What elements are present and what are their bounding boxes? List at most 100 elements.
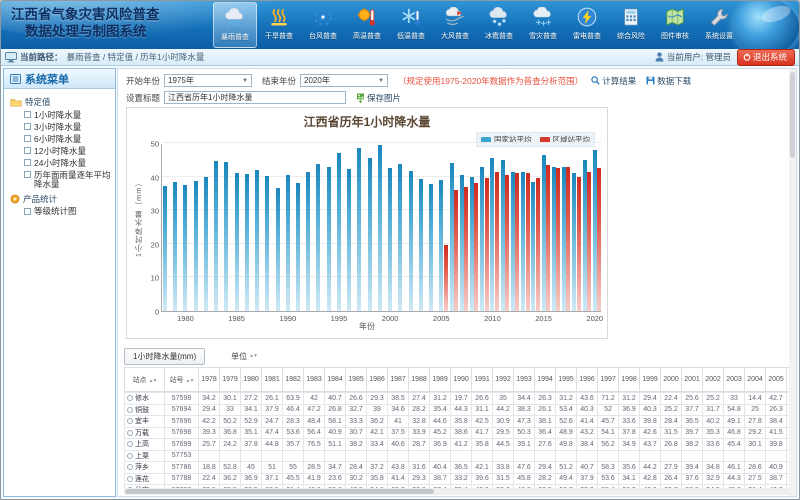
column-header-year[interactable]: 2002 (703, 368, 724, 392)
column-header-year[interactable]: 2000 (661, 368, 682, 392)
column-header-year[interactable]: 1996 (577, 368, 598, 392)
radio-icon[interactable] (127, 407, 133, 413)
toolbar-item-audit[interactable]: 图件审核 (653, 2, 697, 48)
checkbox-icon[interactable] (24, 171, 31, 178)
checkbox-icon[interactable] (24, 159, 31, 166)
value-cell: 31.7 (703, 404, 724, 416)
column-header-year[interactable]: 1978 (199, 368, 220, 392)
sidebar-item[interactable]: 3小时降水量 (24, 123, 113, 133)
sidebar-item[interactable]: 24小时降水量 (24, 159, 113, 169)
column-header-year[interactable]: 1983 (304, 368, 325, 392)
toolbar-item-hail[interactable]: 冰雹普查 (477, 2, 521, 48)
column-header-year[interactable]: 1990 (451, 368, 472, 392)
toolbar-item-snow[interactable]: 雪灾普查 (521, 2, 565, 48)
toolbar-item-drought[interactable]: 干旱普查 (257, 2, 301, 48)
toolbar-item-cold[interactable]: 低温普查 (389, 2, 433, 48)
column-header-year[interactable]: 1987 (388, 368, 409, 392)
column-header-year[interactable]: 1985 (346, 368, 367, 392)
hscroll-thumb[interactable] (125, 489, 434, 494)
checkbox-icon[interactable] (24, 135, 31, 142)
checkbox-icon[interactable] (24, 208, 31, 215)
sidebar-item[interactable]: 1小时降水量 (24, 111, 113, 121)
column-header-year[interactable]: 1982 (283, 368, 304, 392)
drought-icon (266, 5, 292, 29)
column-header-year[interactable]: 1995 (556, 368, 577, 392)
chart-title: 江西省历年1小时降水量 (127, 113, 607, 130)
vertical-scrollbar[interactable] (789, 69, 796, 496)
column-header-year[interactable]: 1981 (262, 368, 283, 392)
save-image-link[interactable]: 保存图片 (356, 92, 401, 104)
radio-icon[interactable] (127, 395, 133, 401)
logout-button[interactable]: 退出系统 (737, 49, 795, 66)
toolbar-item-heat[interactable]: 高温普查 (345, 2, 389, 48)
value-cell (283, 450, 304, 462)
calculate-link[interactable]: 计算结果 (591, 75, 636, 87)
column-header-year[interactable]: 1999 (640, 368, 661, 392)
sidebar-group-1[interactable]: 产品统计 (10, 193, 113, 205)
column-header-year[interactable]: 1980 (241, 368, 262, 392)
value-cell: 35.8 (451, 416, 472, 428)
value-cell (472, 450, 493, 462)
checkbox-icon[interactable] (24, 111, 31, 118)
toolbar-item-lightning[interactable]: 雷电普查 (565, 2, 609, 48)
value-cell: 42.6 (640, 427, 661, 439)
station-cell[interactable]: 万载 (125, 427, 165, 439)
value-cell: 41.9 (304, 473, 325, 485)
toolbar-item-wind[interactable]: 大风普查 (433, 2, 477, 48)
sidebar-item[interactable]: 6小时降水量 (24, 135, 113, 145)
column-header-year[interactable]: 1998 (619, 368, 640, 392)
column-header-year[interactable]: 2003 (724, 368, 745, 392)
station-cell[interactable]: 上栗 (125, 450, 165, 462)
value-cell: 29.2 (745, 427, 766, 439)
column-header-id[interactable]: 站号 ▲▼ (165, 368, 199, 392)
value-cell: 29.3 (409, 473, 430, 485)
checkbox-icon[interactable] (24, 147, 31, 154)
station-cell[interactable]: 萍乡 (125, 462, 165, 474)
column-header-year[interactable]: 2005 (766, 368, 787, 392)
toolbar-item-typhoon[interactable]: 台风普查 (301, 2, 345, 48)
station-cell[interactable]: 铜鼓 (125, 404, 165, 416)
column-header-year[interactable]: 1989 (430, 368, 451, 392)
sidebar-item[interactable]: 12小时降水量 (24, 147, 113, 157)
dataset-button[interactable]: 1小时降水量(mm) (124, 348, 205, 365)
value-cell: 28.3 (283, 416, 304, 428)
column-header-year[interactable]: 1984 (325, 368, 346, 392)
column-header-year[interactable]: 1991 (472, 368, 493, 392)
sidebar-item[interactable]: 历年面雨量逐年平均降水量 (24, 171, 113, 190)
value-cell: 43.8 (388, 462, 409, 474)
chart-title-input[interactable]: 江西省历年1小时降水量 (164, 91, 346, 104)
station-cell[interactable]: 修水 (125, 393, 165, 405)
radio-icon[interactable] (127, 430, 133, 436)
column-header-year[interactable]: 1997 (598, 368, 619, 392)
column-header-year[interactable]: 2001 (682, 368, 703, 392)
column-header-year[interactable]: 1986 (367, 368, 388, 392)
column-header-station[interactable]: 站点 ▲▼ (125, 368, 165, 392)
horizontal-scrollbar[interactable] (124, 488, 796, 495)
radio-icon[interactable] (127, 476, 133, 482)
column-header-year[interactable]: 1979 (220, 368, 241, 392)
bar-national-2001 (398, 164, 402, 311)
toolbar-item-risk[interactable]: 综合风险 (609, 2, 653, 48)
unit-sort-control[interactable]: 单位▲▼ (231, 351, 257, 362)
station-cell[interactable]: 宜丰 (125, 416, 165, 428)
end-year-select[interactable]: 2020年▼ (300, 74, 388, 87)
station-cell[interactable]: 上高 (125, 439, 165, 451)
download-link[interactable]: 数据下载 (646, 75, 691, 87)
sidebar-item[interactable]: 等级统计图 (24, 207, 113, 217)
start-year-select[interactable]: 1975年▼ (164, 74, 252, 87)
station-cell[interactable]: 莲花 (125, 473, 165, 485)
radio-icon[interactable] (127, 464, 133, 470)
vscroll-thumb[interactable] (790, 72, 795, 158)
column-header-year[interactable]: 1994 (535, 368, 556, 392)
radio-icon[interactable] (127, 453, 133, 459)
column-header-year[interactable]: 1992 (493, 368, 514, 392)
toolbar-item-rainstorm[interactable]: 暴雨普查 (213, 2, 257, 48)
radio-icon[interactable] (127, 441, 133, 447)
column-header-year[interactable]: 2004 (745, 368, 766, 392)
column-header-year[interactable]: 1993 (514, 368, 535, 392)
checkbox-icon[interactable] (24, 123, 31, 130)
column-header-year[interactable]: 1988 (409, 368, 430, 392)
value-cell (514, 450, 535, 462)
radio-icon[interactable] (127, 418, 133, 424)
sidebar-group-0[interactable]: 特定值 (10, 96, 113, 108)
